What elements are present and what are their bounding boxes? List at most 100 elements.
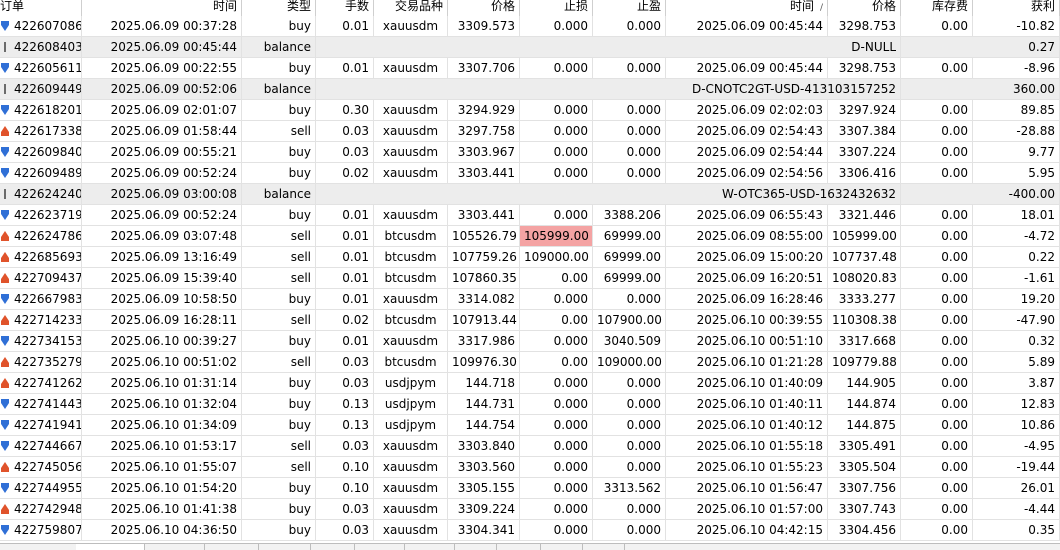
bottom-tab[interactable] bbox=[454, 544, 497, 550]
buy-order-icon bbox=[1, 525, 9, 535]
table-row[interactable]: 422742948 2025.06.10 01:41:38 buy 0.03 xauus… bbox=[0, 499, 1060, 520]
bottom-tab[interactable] bbox=[144, 544, 205, 550]
table-row[interactable]: 422745056 2025.06.10 01:55:07 sell 0.10 xauu… bbox=[0, 457, 1060, 478]
swap-cell: 0.00 bbox=[901, 352, 973, 372]
order-id-cell: 422618201 bbox=[10, 100, 82, 120]
profit-cell: -1.61 bbox=[973, 268, 1060, 288]
order-id-cell: 422742948 bbox=[10, 499, 82, 519]
col-header-sl[interactable]: 止损 bbox=[520, 0, 593, 16]
table-row[interactable]: 422624786 2025.06.09 03:07:48 sell 0.01 btcu… bbox=[0, 226, 1060, 247]
symbol-cell: usdjpym bbox=[374, 373, 448, 393]
open-price-cell: 3303.441 bbox=[448, 163, 520, 183]
close-price-cell: 144.875 bbox=[828, 415, 901, 435]
table-row[interactable]: 422744955 2025.06.10 01:54:20 buy 0.10 xauus… bbox=[0, 478, 1060, 499]
col-header-symbol[interactable]: 交易品种 bbox=[374, 0, 448, 16]
col-header-tp[interactable]: 止盈 bbox=[593, 0, 666, 16]
col-header-swap[interactable]: 库存费 bbox=[901, 0, 973, 16]
type-cell: buy bbox=[242, 289, 316, 309]
col-header-open-time[interactable]: 时间 bbox=[82, 0, 242, 16]
symbol-cell: xauusdm bbox=[374, 499, 448, 519]
volume-cell: 0.10 bbox=[316, 457, 374, 477]
buy-order-icon bbox=[1, 483, 9, 493]
col-header-type[interactable]: 类型 bbox=[242, 0, 316, 16]
col-header-profit[interactable]: 获利 bbox=[973, 0, 1060, 16]
close-price-cell: 3297.924 bbox=[828, 100, 901, 120]
order-id-cell: 422667983 bbox=[10, 289, 82, 309]
take-profit-cell: 0.000 bbox=[593, 121, 666, 141]
table-row[interactable]: 422709437 2025.06.09 15:39:40 sell 0.01 btcu… bbox=[0, 268, 1060, 289]
buy-order-icon bbox=[1, 441, 9, 451]
table-row[interactable]: 422759807 2025.06.10 04:36:50 buy 0.03 xauus… bbox=[0, 520, 1060, 541]
sell-order-icon bbox=[1, 462, 9, 472]
swap-cell: 0.00 bbox=[901, 247, 973, 267]
table-row[interactable]: 422607086 2025.06.09 00:37:28 buy 0.01 xauus… bbox=[0, 16, 1060, 37]
type-cell: sell bbox=[242, 310, 316, 330]
bottom-tab[interactable] bbox=[496, 544, 541, 550]
bottom-tab[interactable] bbox=[0, 544, 77, 550]
bottom-tab[interactable] bbox=[404, 544, 455, 550]
take-profit-cell: 0.000 bbox=[593, 142, 666, 162]
volume-cell: 0.03 bbox=[316, 373, 374, 393]
open-price-cell: 144.718 bbox=[448, 373, 520, 393]
bottom-tab[interactable] bbox=[258, 544, 311, 550]
order-id-cell: 422623719 bbox=[10, 205, 82, 225]
col-header-open-price[interactable]: 价格 bbox=[448, 0, 520, 16]
type-cell: balance bbox=[242, 79, 316, 99]
table-row[interactable]: 422667983 2025.06.09 10:58:50 buy 0.01 xauus… bbox=[0, 289, 1060, 310]
volume-cell: 0.01 bbox=[316, 247, 374, 267]
open-time-cell: 2025.06.10 01:32:04 bbox=[82, 394, 242, 414]
col-header-close-time[interactable]: 时间 / bbox=[666, 0, 828, 16]
table-row[interactable]: 422623719 2025.06.09 00:52:24 buy 0.01 xauus… bbox=[0, 205, 1060, 226]
col-header-close-price[interactable]: 价格 bbox=[828, 0, 901, 16]
table-row[interactable]: 422685693 2025.06.09 13:16:49 sell 0.01 btcu… bbox=[0, 247, 1060, 268]
table-row[interactable]: 422735279 2025.06.10 00:51:02 sell 0.03 btcu… bbox=[0, 352, 1060, 373]
balance-row[interactable]: 422624240 2025.06.09 03:00:08 balance W-OTC… bbox=[0, 184, 1060, 205]
close-price-cell: 3307.743 bbox=[828, 499, 901, 519]
table-row[interactable]: 422609489 2025.06.09 00:52:24 buy 0.02 xauus… bbox=[0, 163, 1060, 184]
close-time-cell: 2025.06.10 04:42:15 bbox=[666, 520, 828, 540]
order-id-cell: 422734153 bbox=[10, 331, 82, 351]
table-row[interactable]: 422618201 2025.06.09 02:01:07 buy 0.30 xauus… bbox=[0, 100, 1060, 121]
close-time-cell: 2025.06.09 00:45:44 bbox=[666, 16, 828, 36]
bottom-tab[interactable] bbox=[310, 544, 355, 550]
symbol-cell: usdjpym bbox=[374, 415, 448, 435]
table-row[interactable]: 422617338 2025.06.09 01:58:44 sell 0.03 xauu… bbox=[0, 121, 1060, 142]
table-row[interactable]: 422734153 2025.06.10 00:39:27 buy 0.01 xauus… bbox=[0, 331, 1060, 352]
balance-row[interactable]: 422609449 2025.06.09 00:52:06 balance D-CNO… bbox=[0, 79, 1060, 100]
open-time-cell: 2025.06.09 00:45:44 bbox=[82, 37, 242, 57]
take-profit-cell: 0.000 bbox=[593, 436, 666, 456]
col-header-volume[interactable]: 手数 bbox=[316, 0, 374, 16]
bottom-tab[interactable] bbox=[204, 544, 259, 550]
close-time-cell: 2025.06.09 02:02:03 bbox=[666, 100, 828, 120]
sell-order-icon bbox=[1, 252, 9, 262]
close-time-cell: 2025.06.09 16:28:46 bbox=[666, 289, 828, 309]
bottom-tab[interactable] bbox=[354, 544, 405, 550]
bottom-tab[interactable] bbox=[76, 544, 145, 550]
close-price-cell: 108020.83 bbox=[828, 268, 901, 288]
table-row[interactable]: 422714233 2025.06.09 16:28:11 sell 0.02 btcu… bbox=[0, 310, 1060, 331]
symbol-cell: xauusdm bbox=[374, 436, 448, 456]
table-row[interactable]: 422744667 2025.06.10 01:53:17 sell 0.03 xauu… bbox=[0, 436, 1060, 457]
table-row[interactable]: 422609840 2025.06.09 00:55:21 buy 0.03 xauus… bbox=[0, 142, 1060, 163]
balance-row[interactable]: 422608403 2025.06.09 00:45:44 balance D-NUL… bbox=[0, 37, 1060, 58]
order-id-cell: 422624786 bbox=[10, 226, 82, 246]
open-price-cell: 3303.441 bbox=[448, 205, 520, 225]
table-row[interactable]: 422741443 2025.06.10 01:32:04 buy 0.13 usdjp… bbox=[0, 394, 1060, 415]
type-cell: balance bbox=[242, 184, 316, 204]
close-price-cell: 3307.384 bbox=[828, 121, 901, 141]
open-time-cell: 2025.06.10 01:41:38 bbox=[82, 499, 242, 519]
buy-order-icon bbox=[1, 168, 9, 178]
open-price-cell: 3303.560 bbox=[448, 457, 520, 477]
bottom-tab[interactable] bbox=[582, 544, 625, 550]
buy-order-icon bbox=[1, 21, 9, 31]
profit-cell: 5.95 bbox=[973, 163, 1060, 183]
profit-cell: 5.89 bbox=[973, 352, 1060, 372]
stop-loss-cell: 0.000 bbox=[520, 478, 593, 498]
col-header-order[interactable]: 订单 bbox=[0, 0, 82, 16]
take-profit-cell: 3388.206 bbox=[593, 205, 666, 225]
balance-comment-cell: W-OTC365-USD-1632432632 bbox=[316, 184, 901, 204]
table-row[interactable]: 422741262 2025.06.10 01:31:14 buy 0.03 usdjp… bbox=[0, 373, 1060, 394]
bottom-tab[interactable] bbox=[540, 544, 583, 550]
table-row[interactable]: 422605611 2025.06.09 00:22:55 buy 0.01 xauus… bbox=[0, 58, 1060, 79]
table-row[interactable]: 422741941 2025.06.10 01:34:09 buy 0.13 usdjp… bbox=[0, 415, 1060, 436]
